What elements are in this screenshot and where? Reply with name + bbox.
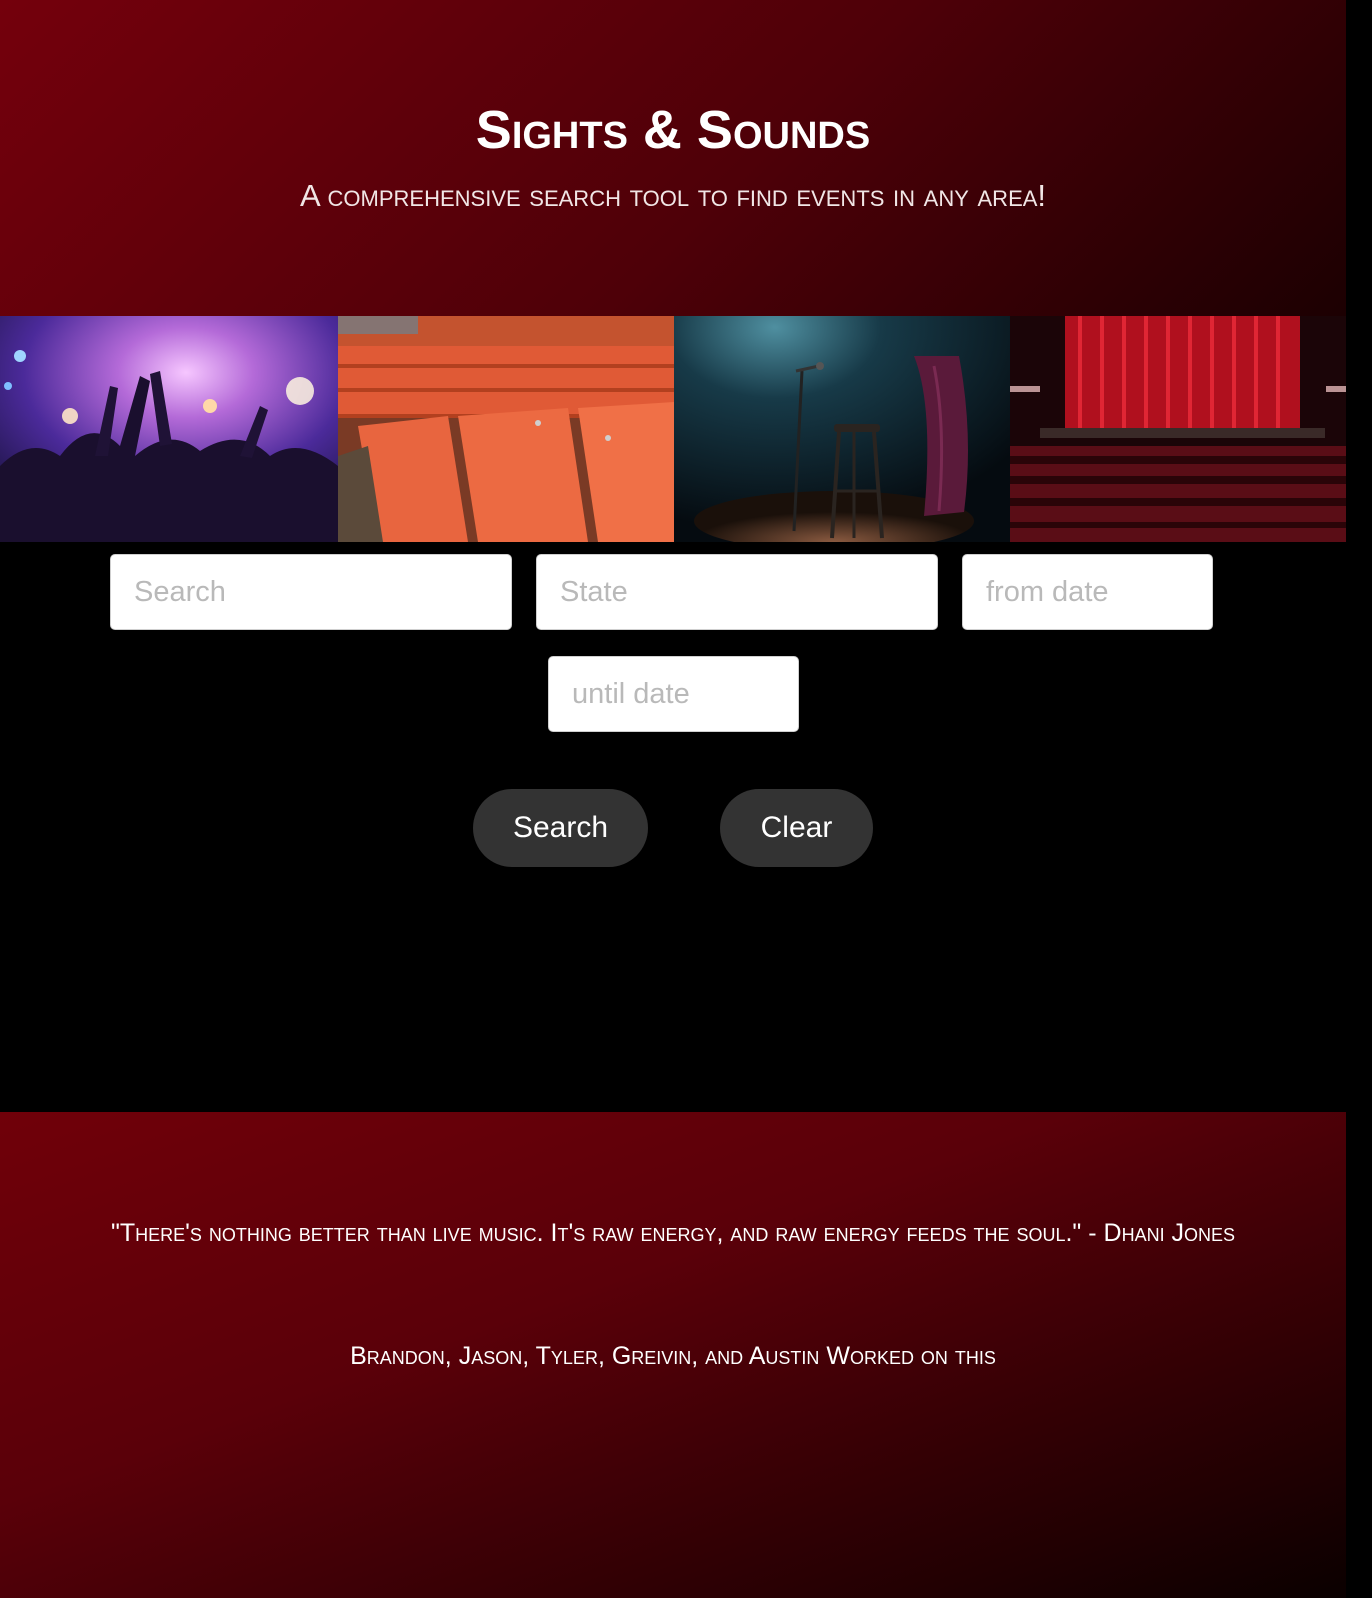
stadium-seats-image	[338, 316, 674, 542]
footer-quote: "There's nothing better than live music.…	[110, 1219, 1236, 1247]
site-header: Sights & Sounds A comprehensive search t…	[0, 0, 1346, 316]
site-title: Sights & Sounds	[475, 100, 871, 160]
clear-button[interactable]: Clear	[720, 789, 873, 867]
comedy-stage-microphone-image	[674, 316, 1010, 542]
concert-crowd-image	[0, 316, 338, 542]
search-form: Search Clear	[0, 542, 1346, 1112]
site-footer: "There's nothing better than live music.…	[0, 1112, 1346, 1598]
page: Sights & Sounds A comprehensive search t…	[0, 0, 1346, 1598]
search-input[interactable]	[110, 554, 512, 630]
from-date-input[interactable]	[962, 554, 1213, 630]
site-subtitle: A comprehensive search tool to find even…	[299, 178, 1047, 213]
state-input[interactable]	[536, 554, 938, 630]
image-gallery	[0, 316, 1346, 542]
theater-curtain-image	[1010, 316, 1346, 542]
footer-credits: Brandon, Jason, Tyler, Greivin, and Aust…	[350, 1342, 996, 1370]
search-button[interactable]: Search	[473, 789, 648, 867]
until-date-input[interactable]	[548, 656, 799, 732]
